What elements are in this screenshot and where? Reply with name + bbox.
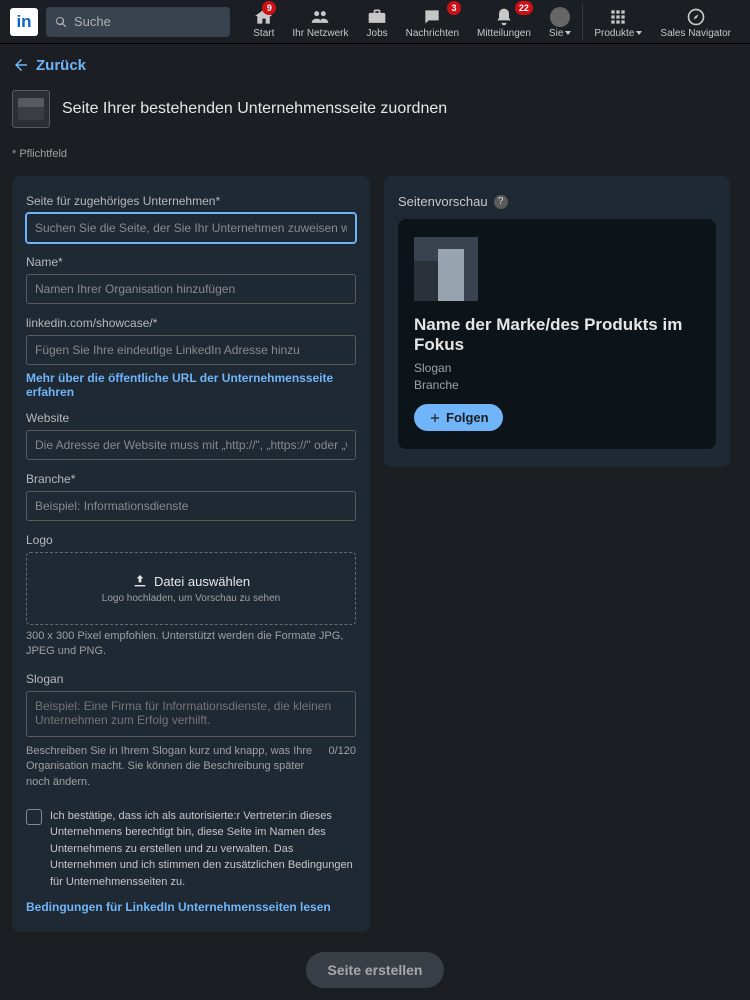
chevron-down-icon xyxy=(565,31,571,35)
website-label: Website xyxy=(26,411,356,425)
nav-messaging[interactable]: 3 Nachrichten xyxy=(397,0,468,44)
preview-title: Name der Marke/des Produkts im Fokus xyxy=(414,315,700,355)
page-title: Seite Ihrer bestehenden Unternehmensseit… xyxy=(62,100,447,118)
name-input[interactable] xyxy=(26,274,356,304)
preview-header: Seitenvorschau xyxy=(398,194,488,209)
tagline-label: Slogan xyxy=(26,672,356,686)
nav-jobs[interactable]: Jobs xyxy=(358,0,397,44)
create-page-button[interactable]: Seite erstellen xyxy=(306,952,445,988)
network-icon xyxy=(310,7,330,27)
badge: 3 xyxy=(447,1,461,15)
nav-sales-navigator[interactable]: Sales Navigator xyxy=(651,0,740,44)
preview-panel: Seitenvorschau ? Name der Marke/des Prod… xyxy=(384,176,730,467)
url-help-link[interactable]: Mehr über die öffentliche URL der Untern… xyxy=(26,371,356,399)
showcase-icon xyxy=(12,90,50,128)
parent-input[interactable] xyxy=(26,213,356,243)
compass-icon xyxy=(686,7,706,27)
dropzone-sub: Logo hochladen, um Vorschau zu sehen xyxy=(37,593,345,604)
upload-icon xyxy=(132,573,148,589)
tagline-counter: 0/120 xyxy=(328,744,356,759)
search-icon xyxy=(54,15,68,29)
nav-me[interactable]: Sie xyxy=(540,0,580,44)
badge: 22 xyxy=(515,1,533,15)
parent-label: Seite für zugehöriges Unternehmen* xyxy=(26,194,356,208)
page-header: Seite Ihrer bestehenden Unternehmensseit… xyxy=(12,90,738,128)
grid-icon xyxy=(608,7,628,27)
confirm-text: Ich bestätige, dass ich als autorisierte… xyxy=(50,808,356,891)
industry-label: Branche* xyxy=(26,472,356,486)
arrow-left-icon xyxy=(12,56,30,74)
back-link[interactable]: Zurück xyxy=(12,56,738,74)
plus-icon xyxy=(428,411,442,425)
required-note: * Pflichtfeld xyxy=(12,148,738,160)
logo-label: Logo xyxy=(26,533,356,547)
confirm-checkbox[interactable] xyxy=(26,809,42,825)
choose-file-button[interactable]: Datei auswählen xyxy=(37,573,345,589)
chevron-down-icon xyxy=(636,31,642,35)
logo-hint: 300 x 300 Pixel empfohlen. Unterstützt w… xyxy=(26,629,356,660)
linkedin-logo[interactable]: in xyxy=(10,8,38,36)
divider xyxy=(582,4,583,40)
follow-button[interactable]: Folgen xyxy=(414,404,503,431)
form-panel: Seite für zugehöriges Unternehmen* Name*… xyxy=(12,176,370,932)
nav-home[interactable]: 9 Start xyxy=(244,0,283,44)
nav-notifications[interactable]: 22 Mitteilungen xyxy=(468,0,540,44)
url-label: linkedin.com/showcase/* xyxy=(26,316,356,330)
nav-network[interactable]: Ihr Netzwerk xyxy=(283,0,357,44)
preview-tagline: Slogan xyxy=(414,361,700,375)
bell-icon xyxy=(494,7,514,27)
url-input[interactable] xyxy=(26,335,356,365)
name-label: Name* xyxy=(26,255,356,269)
logo-dropzone[interactable]: Datei auswählen Logo hochladen, um Vorsc… xyxy=(26,552,356,625)
preview-industry: Branche xyxy=(414,378,700,392)
jobs-icon xyxy=(367,7,387,27)
tagline-hint: Beschreiben Sie in Ihrem Slogan kurz und… xyxy=(26,744,320,790)
preview-card: Name der Marke/des Produkts im Fokus Slo… xyxy=(398,219,716,449)
avatar-icon xyxy=(550,7,570,27)
website-input[interactable] xyxy=(26,430,356,460)
badge: 9 xyxy=(262,1,276,15)
search-box[interactable]: Suche xyxy=(46,7,230,37)
terms-link[interactable]: Bedingungen für LinkedIn Unternehmenssei… xyxy=(26,900,356,914)
top-nav: in Suche 9 Start Ihr Netzwerk Jobs 3 Nac… xyxy=(0,0,750,44)
industry-input[interactable] xyxy=(26,491,356,521)
tagline-input[interactable] xyxy=(26,691,356,737)
nav-products[interactable]: Produkte xyxy=(585,0,651,44)
preview-logo-placeholder xyxy=(414,237,478,301)
search-placeholder: Suche xyxy=(74,14,111,29)
help-icon[interactable]: ? xyxy=(494,195,508,209)
messaging-icon xyxy=(422,7,442,27)
